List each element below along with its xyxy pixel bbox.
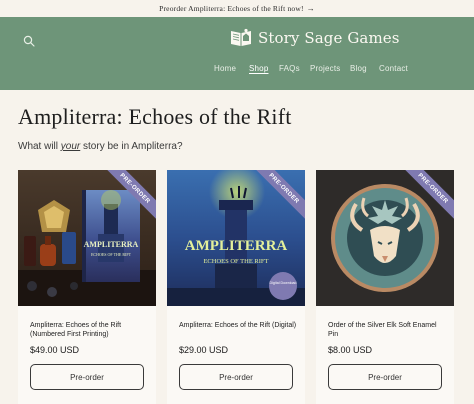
arrow-right-icon: → xyxy=(306,4,315,13)
subtitle-text: What will xyxy=(18,141,61,152)
brand-name[interactable]: Story Sage Games xyxy=(258,29,400,47)
preorder-button[interactable]: Pre-order xyxy=(30,364,144,390)
book-cover-title: AMPLITERRA xyxy=(84,240,139,249)
product-name[interactable]: Ampliterra: Echoes of the Rift (Digital) xyxy=(179,321,299,330)
product-price: $8.00 USD xyxy=(328,345,373,355)
product-card: AMPLITERRA ECHOES OF THE RIFT PRE-ORDER … xyxy=(18,170,156,404)
product-card: PRE-ORDER Order of the Silver Elk Soft E… xyxy=(316,170,454,404)
book-cover-subtitle: ECHOES OF THE RIFT xyxy=(91,252,132,257)
open-book-logo-icon xyxy=(231,28,251,46)
nav-home[interactable]: Home xyxy=(214,64,236,73)
product-name[interactable]: Ampliterra: Echoes of the Rift (Numbered… xyxy=(30,321,150,339)
announcement-bar[interactable]: Preorder Ampliterra: Echoes of the Rift … xyxy=(0,0,474,17)
product-image[interactable]: PRE-ORDER xyxy=(316,170,454,306)
site-header: Story Sage Games Home Shop FAQs Projects… xyxy=(0,17,474,90)
page-title: Ampliterra: Echoes of the Rift xyxy=(18,104,292,129)
product-image[interactable]: AMPLITERRA ECHOES OF THE RIFT Digital Do… xyxy=(167,170,305,306)
search-icon[interactable] xyxy=(23,35,35,47)
nav-projects[interactable]: Projects xyxy=(310,64,341,73)
preorder-button[interactable]: Pre-order xyxy=(179,364,293,390)
product-card: AMPLITERRA ECHOES OF THE RIFT Digital Do… xyxy=(167,170,305,404)
subtitle-emphasis: your xyxy=(60,141,81,152)
nav-shop[interactable]: Shop xyxy=(249,64,268,73)
product-name[interactable]: Order of the Silver Elk Soft Enamel Pin xyxy=(328,321,448,339)
nav-contact[interactable]: Contact xyxy=(379,64,408,73)
digital-download-sticker: Digital Download xyxy=(270,281,297,285)
nav-faqs[interactable]: FAQs xyxy=(279,64,300,73)
nav-blog[interactable]: Blog xyxy=(350,64,367,73)
announcement-text[interactable]: Preorder Ampliterra: Echoes of the Rift … xyxy=(159,4,304,13)
preorder-button[interactable]: Pre-order xyxy=(328,364,442,390)
book-cover-title: AMPLITERRA xyxy=(185,238,288,254)
page-subtitle: What will your story be in Ampliterra? xyxy=(18,141,183,152)
subtitle-text-end: story be in Ampliterra? xyxy=(80,141,183,152)
brand-link[interactable]: Story Sage Games xyxy=(230,28,400,48)
product-price: $49.00 USD xyxy=(30,345,80,355)
product-price: $29.00 USD xyxy=(179,345,229,355)
product-image[interactable]: AMPLITERRA ECHOES OF THE RIFT PRE-ORDER xyxy=(18,170,156,306)
book-cover-subtitle: ECHOES OF THE RIFT xyxy=(203,258,268,265)
